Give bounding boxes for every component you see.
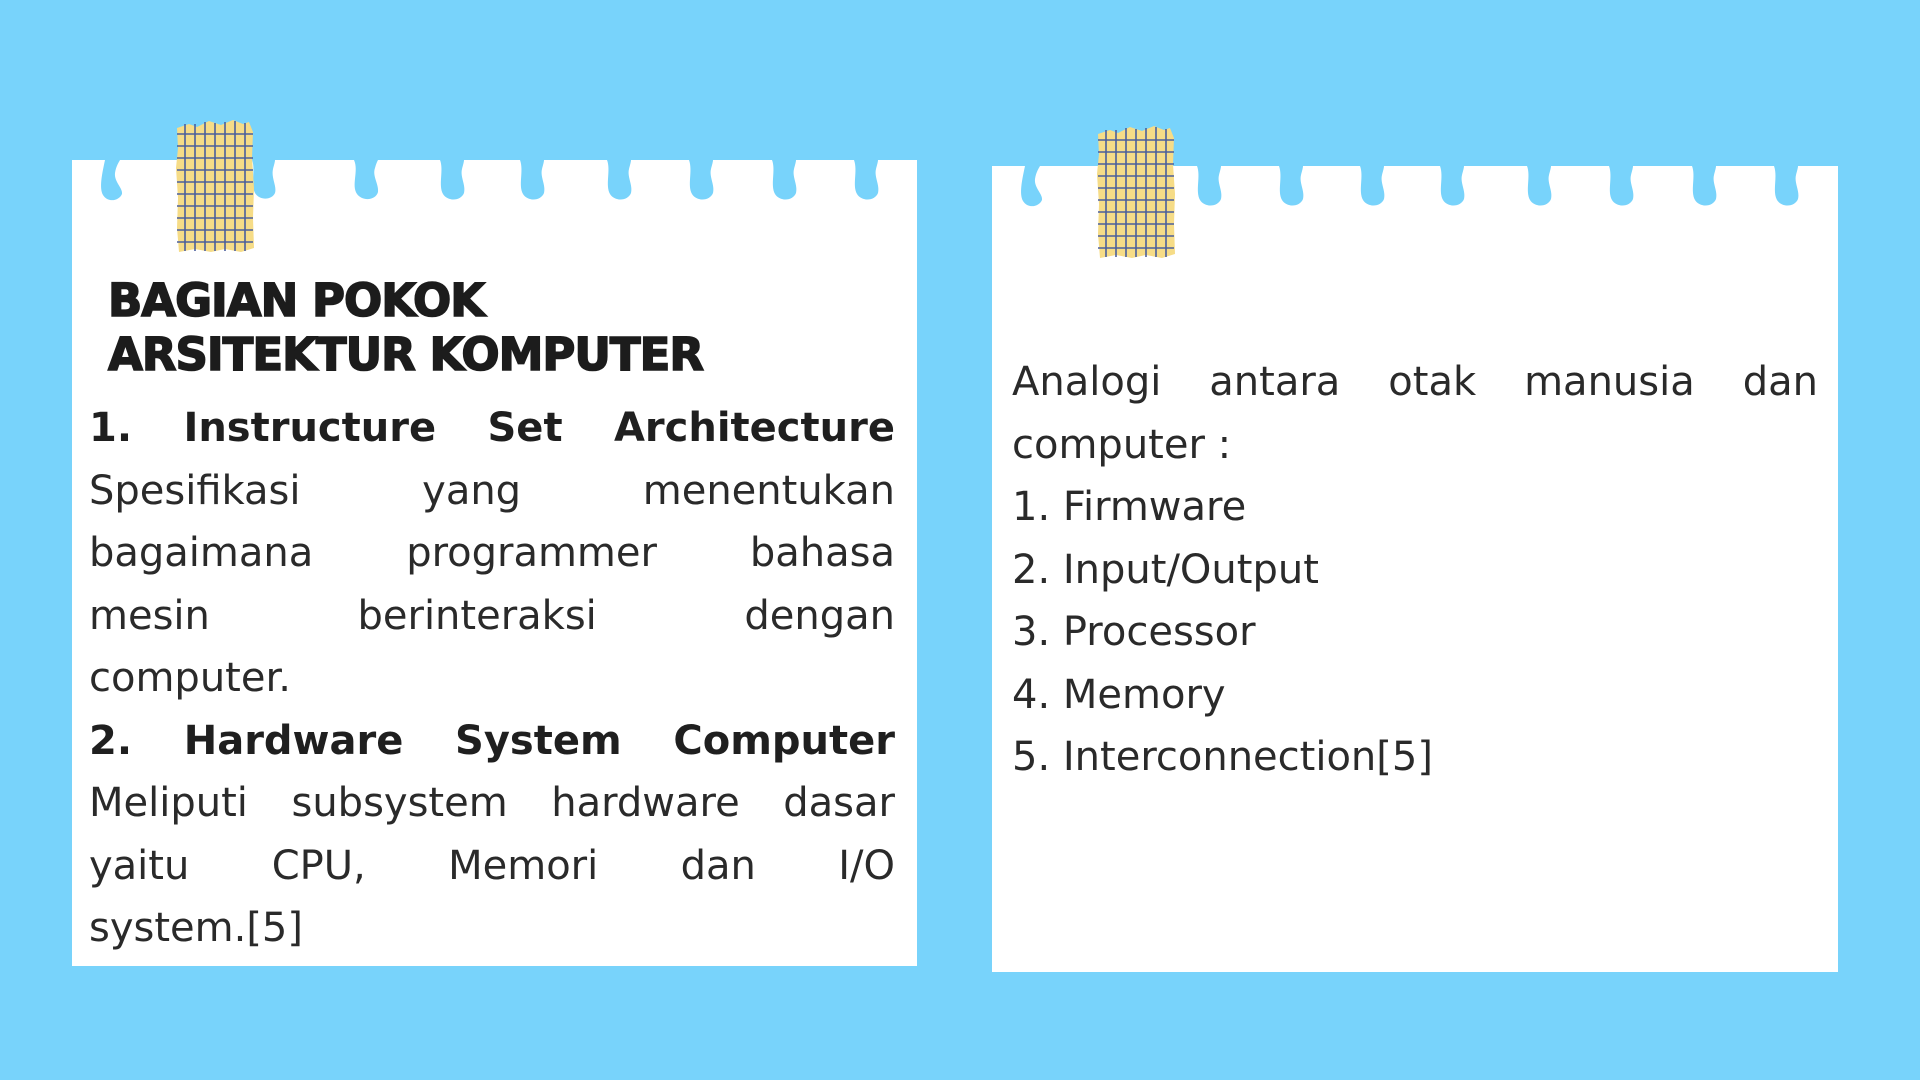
word: hardware xyxy=(551,780,740,826)
description-line: mesin berinteraksi dengan xyxy=(89,585,895,648)
word: Spesifikasi xyxy=(89,467,301,514)
card-title: BAGIAN POKOK ARSITEKTUR KOMPUTER xyxy=(107,273,868,382)
word: Analogi xyxy=(1012,359,1162,405)
heading-word: Computer xyxy=(673,717,895,764)
word: manusia xyxy=(1524,359,1695,405)
word: subsystem xyxy=(291,780,508,826)
list-item: 2. Input/Output xyxy=(1012,546,1319,593)
description-line: Spesifikasi yang menentukan xyxy=(89,460,895,523)
word: berinteraksi xyxy=(357,592,597,639)
word: dengan xyxy=(744,592,895,639)
word: dan xyxy=(1742,359,1818,405)
word: menentukan xyxy=(642,467,895,514)
description-line: yaitu CPU, Memori dan I/O xyxy=(89,835,895,898)
architecture-description: 1. Instructure Set Architecture Spesifik… xyxy=(89,397,895,960)
item-heading-instruction-set: 1. Instructure Set Architecture xyxy=(89,397,895,460)
item-number: 1. xyxy=(89,405,133,451)
description-line: bagaimana programmer bahasa xyxy=(89,522,895,585)
heading-word: Architecture xyxy=(613,405,895,451)
item-number: 2. xyxy=(89,717,133,764)
left-note-card: BAGIAN POKOK ARSITEKTUR KOMPUTER 1. Inst… xyxy=(72,120,917,966)
analogy-text: Analogi antara otak manusia dan computer… xyxy=(1012,351,1818,789)
list-item: 1. Firmware xyxy=(1012,484,1247,530)
grid-tape-decoration xyxy=(1097,126,1175,258)
list-item: 4. Memory xyxy=(1012,671,1226,718)
description-line: system.[5] xyxy=(89,897,895,960)
heading-word: Instructure xyxy=(183,405,437,451)
heading-word: Hardware xyxy=(183,717,404,764)
word: system.[5] xyxy=(89,905,303,951)
word: otak xyxy=(1388,359,1477,405)
word: yang xyxy=(422,467,522,514)
word: bagaimana xyxy=(89,530,314,576)
intro-line: Analogi antara otak manusia dan xyxy=(1012,351,1818,414)
list-item: 5. Interconnection[5] xyxy=(1012,734,1433,780)
title-line: ARSITEKTUR KOMPUTER xyxy=(107,327,705,382)
heading-word: System xyxy=(455,717,622,764)
description-line: computer. xyxy=(89,647,895,710)
intro-line: computer : xyxy=(1012,421,1232,468)
word: yaitu xyxy=(89,842,190,889)
right-note-card: Analogi antara otak manusia dan computer… xyxy=(992,126,1838,972)
word: CPU, xyxy=(271,842,366,889)
slide: BAGIAN POKOK ARSITEKTUR KOMPUTER 1. Inst… xyxy=(0,0,1920,1080)
heading-word: Set xyxy=(487,405,563,451)
word: Memori xyxy=(448,842,599,889)
word: dasar xyxy=(783,780,895,826)
list-item: 3. Processor xyxy=(1012,609,1256,655)
word: antara xyxy=(1209,359,1341,405)
title-line: BAGIAN POKOK xyxy=(107,273,486,328)
word: I/O xyxy=(838,842,895,889)
word: Meliputi xyxy=(89,780,248,826)
word: computer. xyxy=(89,655,291,701)
word: bahasa xyxy=(749,530,895,576)
word: dan xyxy=(680,842,756,889)
word: programmer xyxy=(406,530,657,576)
grid-tape-decoration xyxy=(176,120,254,252)
item-heading-hardware-system: 2. Hardware System Computer xyxy=(89,710,895,773)
word: mesin xyxy=(89,592,210,639)
description-line: Meliputi subsystem hardware dasar xyxy=(89,772,895,835)
